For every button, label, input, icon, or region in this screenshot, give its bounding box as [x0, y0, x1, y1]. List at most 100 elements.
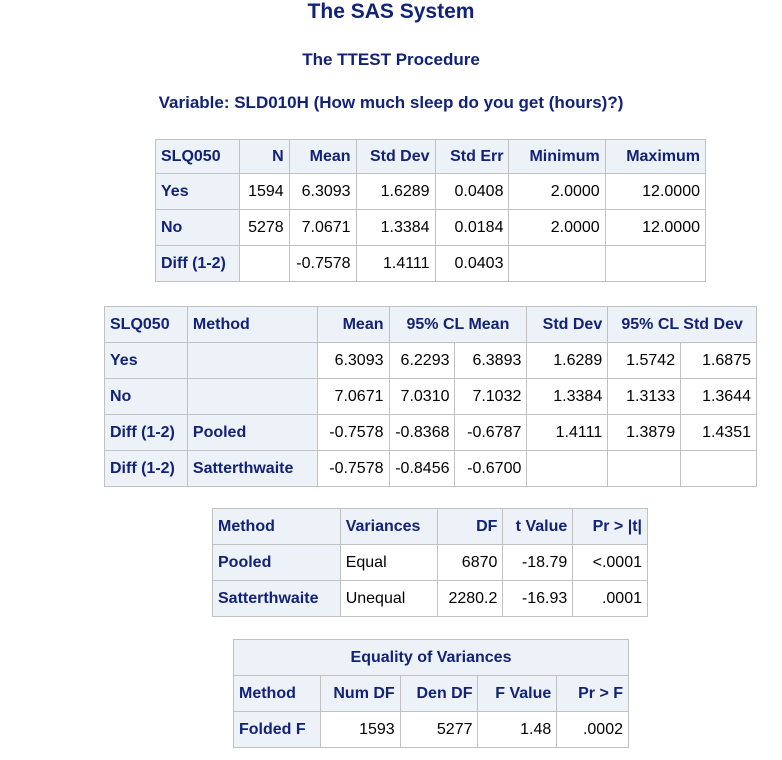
statistics-table: SLQ050 N Mean Std Dev Std Err Minimum Ma…	[154, 139, 707, 282]
table-cell: 1.6289	[355, 173, 436, 210]
row-header	[186, 342, 318, 379]
table-cell: -16.93	[502, 580, 574, 617]
column-header: Pr > F	[556, 675, 629, 712]
table-cell: .0001	[572, 580, 648, 617]
table-cell: 6870	[436, 544, 504, 581]
row-header: Yes	[104, 342, 188, 379]
ttest-table: Method Variances DF t Value Pr > |t| Poo…	[212, 508, 648, 617]
table-cell: <.0001	[572, 544, 648, 581]
table-cell: 7.0671	[316, 378, 390, 415]
column-header: SLQ050	[104, 306, 188, 343]
table-cell: 1.6875	[680, 342, 757, 379]
row-header: No	[154, 209, 241, 246]
table-cell: 5278	[239, 209, 290, 246]
system-title: The SAS System	[307, 0, 475, 23]
table-cell	[680, 450, 757, 487]
variable-title: Variable: SLD010H (How much sleep do you…	[158, 93, 624, 112]
table-cell: -0.7578	[316, 414, 390, 451]
table-cell: 12.0000	[604, 209, 707, 246]
column-header: Method	[186, 306, 318, 343]
table-cell: 1.4111	[526, 414, 609, 451]
statistics-table-wrap: SLQ050 N Mean Std Dev Std Err Minimum Ma…	[154, 139, 707, 282]
table-row: Diff (1-2) Pooled -0.7578 -0.8368 -0.678…	[104, 414, 757, 451]
table-cell: 0.0403	[434, 245, 510, 282]
row-header: Pooled	[212, 544, 341, 581]
table-cell: 1.3879	[607, 414, 682, 451]
table-row: Yes 1594 6.3093 1.6289 0.0408 2.0000 12.…	[154, 173, 707, 210]
row-header	[186, 378, 318, 415]
table-caption-row: Equality of Variances	[233, 639, 629, 676]
column-header: Den DF	[399, 675, 479, 712]
confidence-limits-table: SLQ050 Method Mean 95% CL Mean Std Dev 9…	[104, 306, 757, 487]
table-cell: 7.1032	[454, 378, 528, 415]
column-header: N	[239, 139, 290, 174]
table-cell: -0.8368	[388, 414, 456, 451]
column-header: Variances	[339, 508, 438, 545]
table-cell: Equal	[339, 544, 438, 581]
table-cell: 1.4111	[355, 245, 436, 282]
table-header-row: SLQ050 Method Mean 95% CL Mean Std Dev 9…	[104, 306, 757, 343]
table-row: Diff (1-2) Satterthwaite -0.7578 -0.8456…	[104, 450, 757, 487]
table-row: Satterthwaite Unequal 2280.2 -16.93 .000…	[212, 580, 648, 617]
table-row: Diff (1-2) -0.7578 1.4111 0.0403	[154, 245, 707, 282]
procedure-title: The TTEST Procedure	[302, 50, 480, 69]
table-cell: -18.79	[502, 544, 574, 581]
ttest-table-wrap: Method Variances DF t Value Pr > |t| Poo…	[212, 508, 648, 617]
table-cell: 7.0310	[388, 378, 456, 415]
table-row: Pooled Equal 6870 -18.79 <.0001	[212, 544, 648, 581]
equality-of-variances-table: Equality of Variances Method Num DF Den …	[233, 639, 629, 748]
table-cell: 0.0408	[434, 173, 510, 210]
table-row: Yes 6.3093 6.2293 6.3893 1.6289 1.5742 1…	[104, 342, 757, 379]
table-cell: 1.6289	[526, 342, 609, 379]
row-header: No	[104, 378, 188, 415]
column-header: Mean	[316, 306, 390, 343]
column-header: 95% CL Std Dev	[607, 306, 757, 343]
table-cell: 1594	[239, 173, 290, 210]
table-header-row: Method Num DF Den DF F Value Pr > F	[233, 675, 629, 712]
table-caption: Equality of Variances	[233, 639, 629, 676]
row-header: Diff (1-2)	[104, 450, 188, 487]
column-header: Method	[233, 675, 321, 712]
column-header: 95% CL Mean	[388, 306, 528, 343]
table-cell	[526, 450, 609, 487]
table-cell: 6.2293	[388, 342, 456, 379]
column-header: Std Dev	[355, 139, 436, 174]
row-header: Diff (1-2)	[154, 245, 241, 282]
column-header: Maximum	[604, 139, 707, 174]
table-cell: 1.3384	[526, 378, 609, 415]
table-row: No 5278 7.0671 1.3384 0.0184 2.0000 12.0…	[154, 209, 707, 246]
table-cell: -0.7578	[316, 450, 390, 487]
row-header: Folded F	[233, 711, 321, 748]
table-cell: 1.3644	[680, 378, 757, 415]
table-cell: 1.4351	[680, 414, 757, 451]
column-header: Num DF	[319, 675, 401, 712]
table-cell	[508, 245, 606, 282]
table-cell: 6.3893	[454, 342, 528, 379]
table-cell: 12.0000	[604, 173, 707, 210]
table-cell: 6.3093	[288, 173, 357, 210]
column-header: t Value	[502, 508, 574, 545]
table-cell: 1.3384	[355, 209, 436, 246]
table-row: No 7.0671 7.0310 7.1032 1.3384 1.3133 1.…	[104, 378, 757, 415]
row-header: Satterthwaite	[212, 580, 341, 617]
table-cell: 6.3093	[316, 342, 390, 379]
table-cell: -0.8456	[388, 450, 456, 487]
column-header: Std Dev	[526, 306, 609, 343]
row-header: Satterthwaite	[186, 450, 318, 487]
table-cell	[239, 245, 290, 282]
table-cell: 7.0671	[288, 209, 357, 246]
table-cell: -0.7578	[288, 245, 357, 282]
column-header: Method	[212, 508, 341, 545]
table-cell	[607, 450, 682, 487]
column-header: Minimum	[508, 139, 606, 174]
column-header: DF	[436, 508, 504, 545]
table-header-row: SLQ050 N Mean Std Dev Std Err Minimum Ma…	[154, 139, 707, 174]
equality-of-variances-table-wrap: Equality of Variances Method Num DF Den …	[233, 639, 629, 748]
column-header: Mean	[288, 139, 357, 174]
table-header-row: Method Variances DF t Value Pr > |t|	[212, 508, 648, 545]
table-cell	[604, 245, 707, 282]
table-cell: 2.0000	[508, 209, 606, 246]
column-header: SLQ050	[154, 139, 241, 174]
row-header: Pooled	[186, 414, 318, 451]
table-cell: 2.0000	[508, 173, 606, 210]
